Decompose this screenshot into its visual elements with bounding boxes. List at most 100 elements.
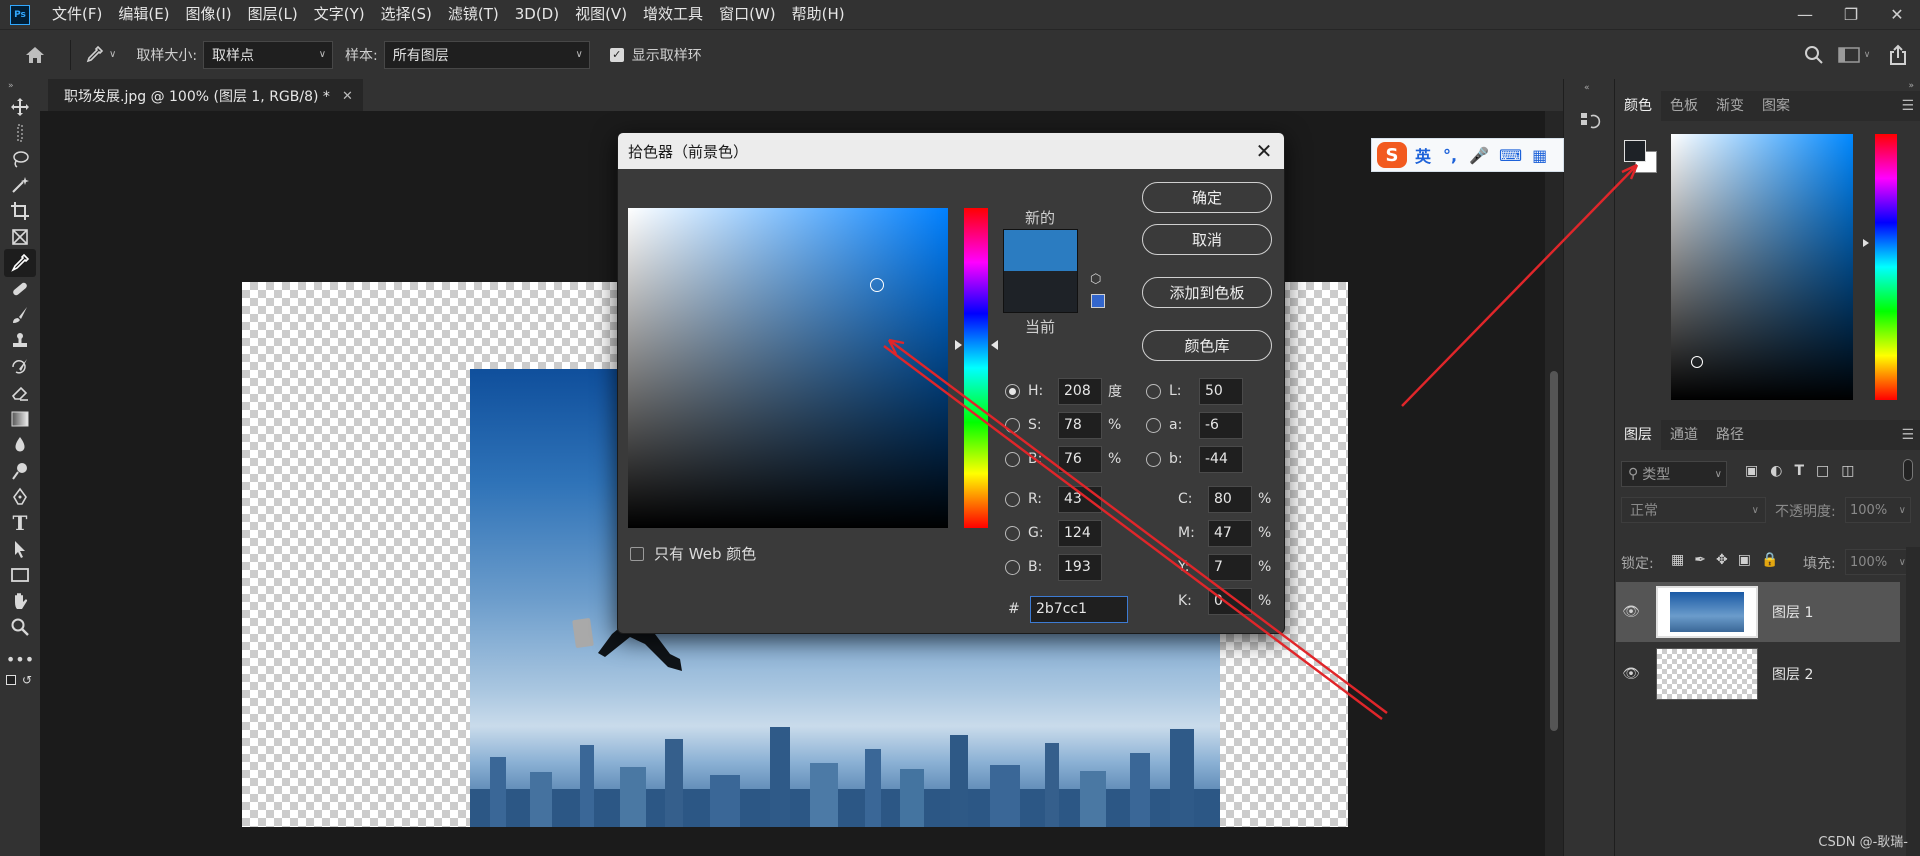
lab-b-radio[interactable] [1146,451,1161,467]
add-to-swatches-button[interactable]: 添加到色板 [1142,277,1272,308]
menu-file[interactable]: 文件(F) [44,0,110,29]
history-panel-icon[interactable] [1576,107,1604,135]
lab-b-field[interactable]: -44 [1199,445,1243,473]
blend-mode-select[interactable]: 正常 ∨ [1621,497,1766,523]
canvas-vertical-scrollbar[interactable] [1545,111,1563,856]
brush-tool-icon[interactable] [4,301,36,329]
filter-pixel-icon[interactable]: ▣ [1745,463,1758,479]
ime-language-toggle[interactable]: 英 [1415,143,1431,167]
panel-menu-icon[interactable]: ☰ [1901,427,1914,443]
web-safe-swatch[interactable] [1091,294,1105,308]
restore-icon[interactable]: ❐ [1828,0,1874,29]
zoom-tool-icon[interactable] [4,613,36,641]
layer-row-2[interactable]: 👁 图层 2 [1616,644,1900,704]
fill-field[interactable]: 100% ∨ [1845,549,1911,575]
foreground-color-swatch[interactable] [1624,140,1646,162]
lab-a-radio[interactable] [1146,417,1161,433]
lock-transparent-icon[interactable]: ▦ [1671,552,1684,568]
menu-type[interactable]: 文字(Y) [306,0,373,29]
tab-swatches[interactable]: 色板 [1661,91,1707,121]
filter-adjustment-icon[interactable]: ◐ [1770,463,1782,479]
current-color-swatch[interactable] [1003,271,1078,313]
red-field[interactable]: 43 [1058,485,1102,513]
menu-view[interactable]: 视图(V) [567,0,635,29]
pen-tool-icon[interactable] [4,483,36,511]
path-selection-tool-icon[interactable] [4,535,36,563]
tab-gradients[interactable]: 渐变 [1707,91,1753,121]
lab-l-radio[interactable] [1146,383,1161,399]
swap-colors-icon[interactable]: ↺ [22,673,32,687]
panel-collapse-icon[interactable]: » [1908,81,1914,91]
default-colors-icon[interactable] [6,675,16,685]
frame-tool-icon[interactable] [4,223,36,251]
hand-tool-icon[interactable] [4,587,36,615]
blue-radio[interactable] [1005,559,1020,575]
lock-position-icon[interactable]: ✥ [1716,552,1728,568]
color-panel-hue-slider[interactable] [1875,134,1897,400]
tab-patterns[interactable]: 图案 [1753,91,1799,121]
lasso-tool-icon[interactable] [4,145,36,173]
eyedropper-tool-preset-icon[interactable]: ∨ [83,44,116,66]
search-icon[interactable] [1796,45,1832,65]
blue-field[interactable]: 193 [1058,553,1102,581]
hex-field[interactable]: 2b7cc1 [1030,595,1128,623]
visibility-eye-icon[interactable]: 👁 [1616,604,1646,620]
black-field[interactable]: 0 [1208,587,1252,615]
hue-field[interactable]: 208 [1058,377,1102,405]
red-radio[interactable] [1005,491,1020,507]
cyan-field[interactable]: 80 [1208,485,1252,513]
tab-layers[interactable]: 图层 [1615,420,1661,450]
close-icon[interactable]: ✕ [1252,139,1276,163]
more-tools-icon[interactable]: ••• [4,645,36,673]
ok-button[interactable]: 确定 [1142,182,1272,213]
tab-channels[interactable]: 通道 [1661,420,1707,450]
magic-wand-tool-icon[interactable] [4,171,36,199]
filter-toggle[interactable] [1903,459,1913,481]
saturation-radio[interactable] [1005,417,1020,433]
brightness-radio[interactable] [1005,451,1020,467]
microphone-icon[interactable]: 🎤 [1469,146,1489,165]
filter-type-icon[interactable]: T [1794,463,1804,479]
minimize-icon[interactable]: — [1782,0,1828,29]
scrollbar-thumb[interactable] [1550,371,1558,731]
healing-brush-tool-icon[interactable] [4,275,36,303]
home-icon[interactable] [20,40,50,70]
dialog-title-bar[interactable]: 拾色器（前景色） ✕ [618,133,1284,169]
color-panel-field[interactable] [1671,134,1853,400]
filter-shape-icon[interactable]: □ [1816,463,1829,479]
dock-collapse-icon[interactable]: « [1584,83,1590,93]
blur-tool-icon[interactable] [4,431,36,459]
gradient-tool-icon[interactable] [4,405,36,433]
color-libraries-button[interactable]: 颜色库 [1142,330,1272,361]
move-tool-icon[interactable] [4,93,36,121]
close-icon[interactable]: ✕ [1874,0,1920,29]
rectangle-tool-icon[interactable] [4,561,36,589]
web-only-checkbox[interactable] [630,546,644,561]
lock-all-icon[interactable]: 🔒 [1761,552,1778,568]
menu-help[interactable]: 帮助(H) [784,0,853,29]
layers-scrollbar[interactable] [1906,547,1920,856]
cancel-button[interactable]: 取消 [1142,224,1272,255]
menu-select[interactable]: 选择(S) [373,0,440,29]
history-brush-tool-icon[interactable] [4,353,36,381]
menu-window[interactable]: 窗口(W) [711,0,784,29]
type-tool-icon[interactable]: T [4,509,36,537]
document-tab[interactable]: 职场发展.jpg @ 100% (图层 1, RGB/8) * ✕ [48,79,363,111]
lock-brush-icon[interactable]: ✒ [1694,552,1706,568]
punctuation-icon[interactable]: °, [1443,146,1457,165]
eraser-tool-icon[interactable] [4,379,36,407]
lab-a-field[interactable]: -6 [1199,411,1243,439]
lab-l-field[interactable]: 50 [1199,377,1243,405]
menu-edit[interactable]: 编辑(E) [110,0,177,29]
lock-artboard-icon[interactable]: ▣ [1738,552,1751,568]
layer-filter-select[interactable]: ⚲ 类型 ∨ [1621,461,1727,487]
crop-tool-icon[interactable] [4,197,36,225]
visibility-eye-icon[interactable]: 👁 [1616,666,1646,682]
menu-plugins[interactable]: 增效工具 [635,0,711,29]
hue-radio[interactable] [1005,383,1020,399]
menu-layer[interactable]: 图层(L) [240,0,306,29]
menu-3d[interactable]: 3D(D) [507,0,567,29]
tab-paths[interactable]: 路径 [1707,420,1753,450]
layer-row-1[interactable]: 👁 图层 1 [1616,582,1900,642]
tab-color[interactable]: 颜色 [1615,91,1661,121]
